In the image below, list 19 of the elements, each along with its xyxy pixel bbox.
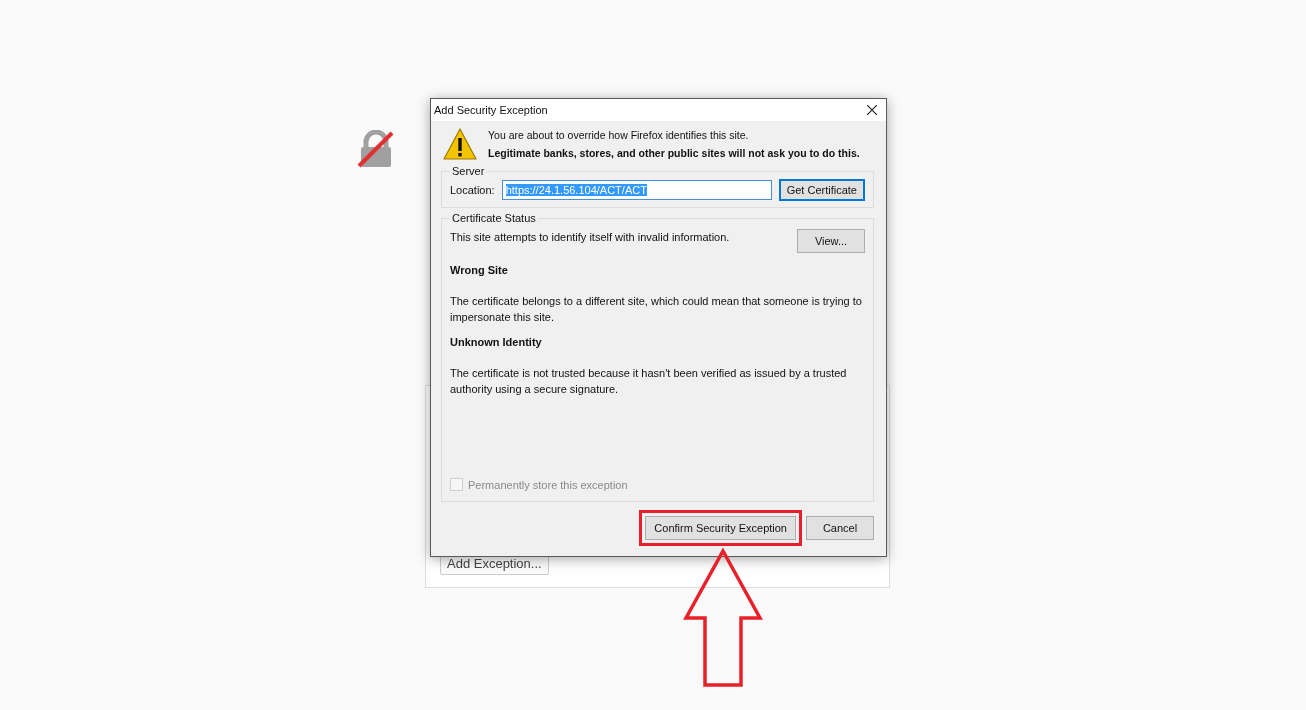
checkbox-label: Permanently store this exception (468, 478, 628, 491)
status-summary: This site attempts to identify itself with invalid information. (450, 230, 730, 243)
confirm-button[interactable]: Confirm Security Exception (645, 516, 796, 540)
warning-message: You are about to override how Firefox identifies this site. (488, 129, 750, 141)
warning-icon (442, 127, 478, 161)
view-button[interactable]: View... (797, 229, 865, 253)
group-title: Certificate Status (451, 212, 537, 224)
get-certificate-button[interactable]: Get Certificate (778, 179, 865, 201)
warning-note: Legitimate banks, stores, and other public sites will not ask you to do this. (488, 147, 860, 159)
issue-title: Unknown Identity (450, 336, 543, 348)
issue-title: Wrong Site (450, 264, 509, 276)
close-icon[interactable] (867, 105, 877, 115)
issue-description: The certificate is not trusted because it hasn't been verified as issued by a trusted authority using a secure signature. (450, 366, 848, 397)
issue-description: The certificate belongs to a different site, which could mean that someone is trying to impersonate this site. (450, 294, 863, 325)
group-title: Server (451, 165, 486, 177)
location-label: Location: (450, 184, 495, 196)
cancel-button[interactable]: Cancel (806, 516, 874, 540)
window-title: Add Security Exception (434, 104, 548, 116)
broken-lock-icon (357, 130, 395, 168)
